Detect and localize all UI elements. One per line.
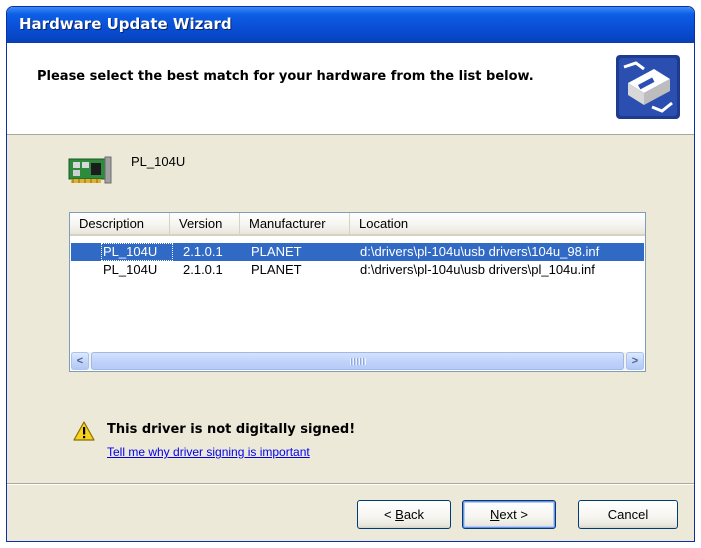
driver-location: d:\drivers\pl-104u\usb drivers\pl_104u.i… bbox=[360, 262, 595, 277]
back-button-mnemonic: B bbox=[395, 507, 404, 522]
driver-signing-link[interactable]: Tell me why driver signing is important bbox=[107, 445, 310, 459]
title-bar[interactable]: Hardware Update Wizard bbox=[7, 7, 694, 43]
driver-row[interactable]: PL_104U 2.1.0.1 PLANET d:\drivers\pl-104… bbox=[71, 261, 644, 279]
back-button[interactable]: < Back bbox=[357, 500, 451, 529]
horizontal-scrollbar[interactable]: < > bbox=[71, 352, 644, 370]
device-name: PL_104U bbox=[131, 154, 186, 169]
back-button-prefix: < bbox=[383, 507, 396, 522]
scrollbar-thumb[interactable] bbox=[91, 352, 624, 370]
driver-manufacturer: PLANET bbox=[251, 244, 302, 259]
scroll-left-button[interactable]: < bbox=[71, 352, 89, 370]
next-button[interactable]: Next > bbox=[462, 500, 556, 529]
column-version[interactable]: Version bbox=[170, 213, 240, 234]
driver-version: 2.1.0.1 bbox=[183, 244, 223, 259]
column-description[interactable]: Description bbox=[70, 213, 170, 234]
column-location[interactable]: Location bbox=[350, 213, 645, 234]
hardware-wizard-icon bbox=[616, 55, 680, 119]
next-button-mnemonic: N bbox=[490, 507, 500, 522]
driver-list-header: Description Version Manufacturer Locatio… bbox=[70, 213, 645, 236]
driver-row[interactable]: PL_104U 2.1.0.1 PLANET d:\drivers\pl-104… bbox=[71, 243, 644, 261]
driver-version: 2.1.0.1 bbox=[183, 262, 223, 277]
next-button-rest: ext > bbox=[499, 507, 528, 522]
window-title: Hardware Update Wizard bbox=[19, 15, 232, 33]
driver-description: PL_104U bbox=[103, 262, 158, 277]
cancel-button[interactable]: Cancel bbox=[578, 500, 678, 529]
scrollbar-grip bbox=[350, 358, 366, 365]
wizard-window: Hardware Update Wizard Please select the… bbox=[6, 6, 695, 542]
scroll-right-button[interactable]: > bbox=[626, 352, 644, 370]
network-card-icon bbox=[68, 156, 112, 184]
header-heading: Please select the best match for your ha… bbox=[37, 69, 534, 84]
wizard-header: Please select the best match for your ha… bbox=[7, 43, 694, 135]
unsigned-driver-warning: This driver is not digitally signed! bbox=[107, 422, 356, 437]
footer-separator bbox=[7, 483, 694, 485]
back-button-rest: ack bbox=[403, 507, 425, 522]
driver-manufacturer: PLANET bbox=[251, 262, 302, 277]
column-manufacturer[interactable]: Manufacturer bbox=[240, 213, 350, 234]
driver-description: PL_104U bbox=[101, 243, 173, 261]
driver-list[interactable]: Description Version Manufacturer Locatio… bbox=[69, 212, 646, 372]
driver-location: d:\drivers\pl-104u\usb drivers\104u_98.i… bbox=[360, 244, 600, 259]
warning-icon bbox=[73, 421, 95, 441]
